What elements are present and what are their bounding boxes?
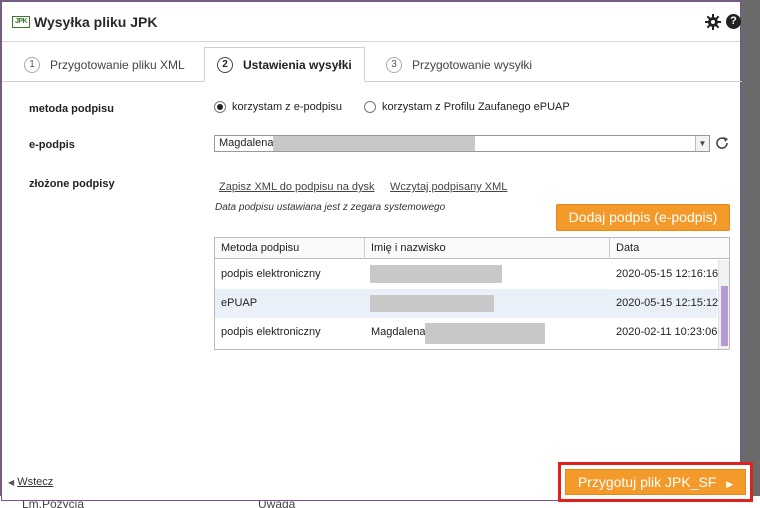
epodpis-value: Magdalena [219, 137, 274, 149]
chevron-right-icon: ▶ [726, 479, 734, 489]
prepare-jpk-label: Przygotuj plik JPK_SF [577, 474, 717, 490]
cell-method: podpis elektroniczny [221, 268, 321, 280]
wizard-tabs: 1 Przygotowanie pliku XML 2 Ustawienia w… [2, 47, 742, 82]
epodpis-label: e-podpis [29, 139, 75, 151]
table-row[interactable]: ePUAP 2020-05-15 12:15:12 [215, 289, 718, 318]
jpk-logo: JPK [12, 16, 30, 28]
radio-epuap-label: korzystam z Profilu Zaufanego ePUAP [382, 101, 570, 113]
load-signed-xml-link[interactable]: Wczytaj podpisany XML [390, 181, 507, 193]
redacted-block [370, 295, 494, 312]
epodpis-select[interactable]: Magdalena ▼ [214, 135, 710, 152]
gear-icon[interactable] [705, 14, 721, 30]
dialog-title: Wysyłka pliku JPK [34, 14, 158, 30]
radio-empty-icon [364, 101, 376, 113]
prepare-jpk-button[interactable]: Przygotuj plik JPK_SF ▶ [565, 469, 746, 495]
signatures-table: Metoda podpisu Imię i nazwisko Data podp… [214, 237, 730, 350]
header-date[interactable]: Data [610, 238, 718, 259]
radio-epodpis[interactable]: korzystam z e-podpisu [214, 101, 342, 113]
tab-label: Ustawienia wysyłki [243, 57, 352, 72]
radio-epuap[interactable]: korzystam z Profilu Zaufanego ePUAP [364, 101, 570, 113]
signatures-label: złożone podpisy [29, 178, 115, 190]
tab-prepare-xml[interactable]: 1 Przygotowanie pliku XML [24, 47, 185, 82]
back-link[interactable]: ◀ Wstecz [8, 476, 53, 488]
radio-epodpis-label: korzystam z e-podpisu [232, 101, 343, 113]
tab-prepare-send[interactable]: 3 Przygotowanie wysyłki [386, 47, 532, 82]
save-xml-link[interactable]: Zapisz XML do podpisu na dysk [219, 181, 375, 193]
refresh-icon[interactable] [714, 135, 730, 151]
redacted-block [425, 323, 545, 344]
tab-label: Przygotowanie pliku XML [50, 57, 185, 72]
cell-date: 2020-05-15 12:15:12 [616, 297, 718, 309]
radio-selected-icon [214, 101, 226, 113]
tab-number: 1 [24, 56, 40, 73]
tab-label: Przygotowanie wysyłki [412, 57, 533, 72]
header-name[interactable]: Imię i nazwisko [365, 238, 610, 259]
cell-method: podpis elektroniczny [221, 326, 321, 338]
cell-date: 2020-05-15 12:16:16 [616, 268, 718, 280]
cell-method: ePUAP [221, 297, 258, 309]
help-icon[interactable]: ? [726, 14, 741, 29]
tab-send-settings[interactable]: 2 Ustawienia wysyłki [204, 47, 365, 82]
signature-method-label: metoda podpisu [29, 103, 114, 115]
chevron-down-icon[interactable]: ▼ [695, 136, 709, 151]
back-link-label: Wstecz [17, 476, 54, 488]
tab-number: 2 [217, 56, 233, 73]
signature-date-note: Data podpisu ustawiana jest z zegara sys… [215, 202, 446, 213]
cell-date: 2020-02-11 10:23:06 [616, 326, 718, 338]
highlight-frame: Przygotuj plik JPK_SF ▶ [558, 462, 753, 502]
header-method[interactable]: Metoda podpisu [215, 238, 365, 259]
table-scrollbar[interactable] [718, 260, 729, 349]
scrollbar-thumb[interactable] [721, 286, 728, 346]
titlebar: JPK Wysyłka pliku JPK ? [2, 2, 741, 42]
chevron-left-icon: ◀ [8, 478, 15, 487]
table-row[interactable]: podpis elektroniczny 2020-05-15 12:16:16 [215, 260, 718, 289]
redacted-block [273, 136, 475, 151]
add-signature-button[interactable]: Dodaj podpis (e-podpis) [556, 204, 730, 231]
table-row[interactable]: podpis elektroniczny Magdalena 2020-02-1… [215, 318, 717, 347]
redacted-block [370, 265, 502, 283]
jpk-dialog: JPK Wysyłka pliku JPK ? 1 Przygotowanie … [1, 1, 753, 502]
table-header: Metoda podpisu Imię i nazwisko Data [215, 238, 729, 259]
tab-number: 3 [386, 56, 402, 73]
